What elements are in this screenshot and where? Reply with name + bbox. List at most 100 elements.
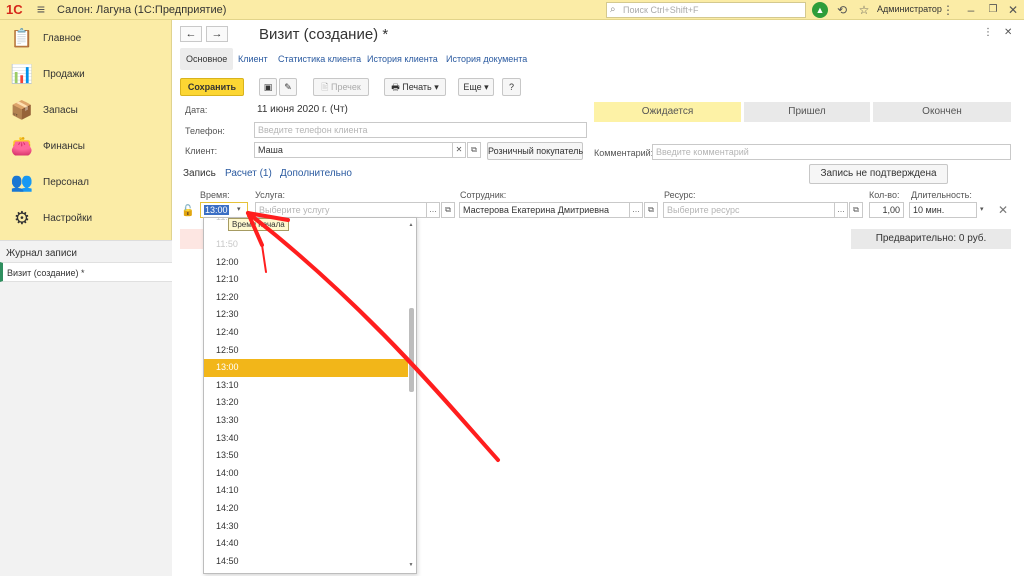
page-title: Визит (создание) * — [259, 26, 389, 43]
time-option[interactable]: 14:00 — [204, 465, 408, 483]
select-icon[interactable]: … — [629, 202, 643, 218]
time-option[interactable]: 14:50 — [204, 553, 408, 571]
scroll-down-icon[interactable]: ▼ — [407, 562, 415, 568]
date-label: Дата: — [185, 105, 208, 115]
minimize-icon[interactable]: – — [963, 2, 979, 18]
journal-link[interactable]: Журнал записи — [6, 248, 77, 259]
service-input[interactable]: Выберите услугу — [255, 202, 427, 218]
comment-input[interactable]: Введите комментарий — [652, 144, 1011, 160]
receipt-button[interactable]: 🖹 Пречек — [313, 78, 369, 96]
open-window-tab[interactable]: Визит (создание) * — [0, 262, 172, 282]
open-icon[interactable]: ⧉ — [849, 202, 863, 218]
forward-button[interactable]: → — [206, 26, 228, 42]
time-option[interactable]: 14:30 — [204, 518, 408, 536]
close-window-icon[interactable]: ✕ — [1005, 2, 1021, 18]
notifications-icon[interactable]: ▲ — [812, 2, 828, 18]
phone-input[interactable]: Введите телефон клиента — [254, 122, 587, 138]
time-option[interactable]: 11:50 — [204, 236, 408, 254]
help-button[interactable]: ? — [502, 78, 521, 96]
sidebar-item-main[interactable]: 📋 Главное — [0, 22, 172, 56]
phone-label: Телефон: — [185, 126, 225, 136]
select-icon[interactable]: … — [426, 202, 440, 218]
back-button[interactable]: ← — [180, 26, 202, 42]
time-option[interactable]: 12:30 — [204, 306, 408, 324]
status-expected[interactable]: Ожидается — [594, 102, 741, 122]
employee-input[interactable]: Мастерова Екатерина Дмитриевна — [459, 202, 630, 218]
maximize-icon[interactable]: ❐ — [985, 2, 1001, 18]
dropdown-scrollbar[interactable]: ▲ ▼ — [407, 222, 415, 572]
client-input[interactable]: Маша — [254, 142, 466, 158]
tab-main[interactable]: Основное — [180, 48, 234, 70]
time-option[interactable]: 14:10 — [204, 482, 408, 500]
time-option[interactable]: 12:00 — [204, 254, 408, 272]
time-option[interactable]: 13:20 — [204, 394, 408, 412]
scroll-thumb[interactable] — [409, 308, 414, 392]
tab-document-history[interactable]: История документа — [446, 48, 527, 70]
more-menu-icon[interactable]: ⋮ — [940, 2, 956, 18]
sidebar-item-staff[interactable]: 👥 Персонал — [0, 166, 172, 200]
employee-header: Сотрудник: — [460, 190, 507, 200]
time-option[interactable]: 13:10 — [204, 377, 408, 395]
form-more-icon[interactable]: ⋮ — [983, 27, 993, 38]
post-document-icon[interactable]: ✎ — [279, 78, 297, 96]
scroll-up-icon[interactable]: ▲ — [407, 222, 415, 228]
more-button[interactable]: Еще ▾ — [458, 78, 494, 96]
form-close-icon[interactable]: ✕ — [1004, 27, 1012, 38]
tab-client-stats[interactable]: Статистика клиента — [278, 48, 361, 70]
sidebar-item-settings[interactable]: ⚙ Настройки — [0, 202, 172, 236]
retail-customer-button[interactable]: Розничный покупатель — [487, 142, 583, 160]
time-option[interactable]: 12:10 — [204, 271, 408, 289]
status-finished[interactable]: Окончен — [873, 102, 1011, 122]
lock-icon[interactable]: 🔓 — [181, 204, 195, 217]
section-additional[interactable]: Дополнительно — [280, 168, 352, 179]
status-arrived[interactable]: Пришел — [744, 102, 870, 122]
time-option[interactable]: 14:20 — [204, 500, 408, 518]
tab-client[interactable]: Клиент — [238, 48, 268, 70]
chevron-down-icon[interactable]: ▾ — [980, 205, 984, 213]
section-calculation[interactable]: Расчет (1) — [225, 168, 272, 179]
menu-icon[interactable]: ≡ — [33, 1, 49, 17]
sidebar-item-finance[interactable]: 👛 Финансы — [0, 130, 172, 164]
print-label: Печать — [402, 82, 432, 92]
date-value[interactable]: 11 июня 2020 г. (Чт) — [257, 104, 348, 115]
open-icon[interactable]: ⧉ — [441, 202, 455, 218]
print-button[interactable]: 🖶 Печать ▾ — [384, 78, 446, 96]
time-option[interactable]: 13:50 — [204, 447, 408, 465]
time-option[interactable]: 13:00 — [204, 359, 408, 377]
time-option[interactable]: 14:40 — [204, 535, 408, 553]
chevron-down-icon[interactable]: ▾ — [237, 205, 241, 213]
time-option[interactable]: 12:40 — [204, 324, 408, 342]
save-disk-icon[interactable]: ▣ — [259, 78, 277, 96]
time-option[interactable]: 12:20 — [204, 289, 408, 307]
time-option[interactable]: 13:30 — [204, 412, 408, 430]
favorites-star-icon[interactable]: ☆ — [856, 2, 872, 18]
history-icon[interactable]: ⟲ — [834, 2, 850, 18]
sidebar-item-label: Продажи — [43, 69, 85, 80]
chevron-down-icon: ▾ — [434, 82, 439, 92]
tab-client-history[interactable]: История клиента — [367, 48, 438, 70]
stock-box-icon: 📦 — [10, 100, 34, 120]
select-icon[interactable]: … — [834, 202, 848, 218]
resource-input[interactable]: Выберите ресурс — [663, 202, 835, 218]
sidebar-item-stock[interactable]: 📦 Запасы — [0, 94, 172, 128]
open-icon[interactable]: ⧉ — [644, 202, 658, 218]
time-option[interactable]: 13:40 — [204, 430, 408, 448]
open-icon[interactable]: ⧉ — [467, 142, 481, 158]
time-option[interactable]: 12:50 — [204, 342, 408, 360]
comment-label: Комментарий: — [594, 148, 654, 158]
sidebar-item-sales[interactable]: 📊 Продажи — [0, 58, 172, 92]
clear-icon[interactable]: ✕ — [452, 142, 466, 158]
qty-input[interactable]: 1,00 — [869, 202, 904, 218]
qty-header: Кол-во: — [869, 190, 900, 200]
user-name[interactable]: Администратор — [877, 4, 942, 14]
gear-icon: ⚙ — [13, 208, 31, 228]
time-dropdown-list[interactable]: 11:40 11:50 12:00 12:10 12:20 12:30 12:40 12:50… — [203, 217, 417, 574]
receipt-icon: 🖹 — [321, 82, 329, 92]
section-record[interactable]: Запись — [183, 168, 216, 179]
chevron-down-icon: ▾ — [484, 82, 489, 92]
global-search-input[interactable]: ⌕ Поиск Ctrl+Shift+F — [606, 2, 806, 18]
delete-row-icon[interactable]: ✕ — [998, 203, 1008, 217]
duration-select[interactable]: 10 мин. — [909, 202, 977, 218]
save-button[interactable]: Сохранить — [180, 78, 244, 96]
not-confirmed-button[interactable]: Запись не подтверждена — [809, 164, 948, 184]
